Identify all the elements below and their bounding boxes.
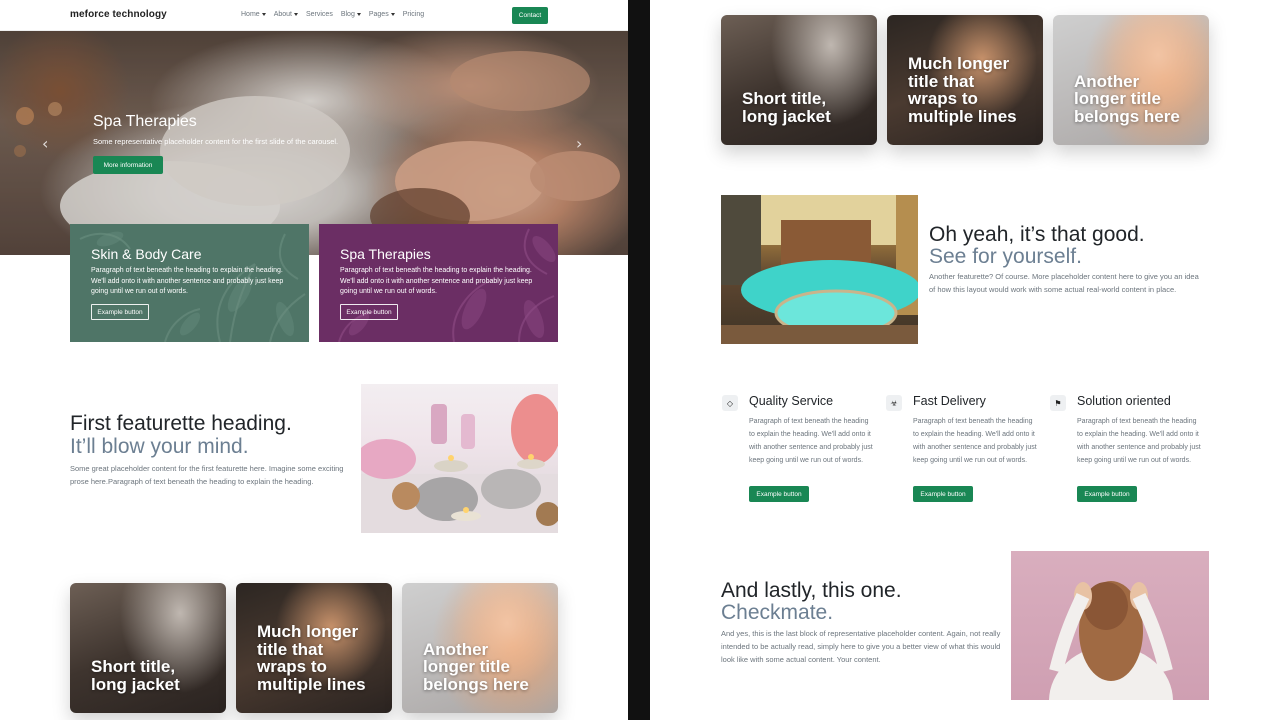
screenshot-stage: meforce technology Home About Services B… bbox=[0, 0, 1280, 720]
feature-title: Fast Delivery bbox=[913, 394, 986, 408]
photo-tile[interactable]: Short title, long jacket bbox=[721, 15, 877, 145]
example-button[interactable]: Example button bbox=[1077, 486, 1137, 502]
feature-text: Paragraph of text beneath the heading to… bbox=[1077, 418, 1201, 464]
feature-text: Paragraph of text beneath the heading to… bbox=[749, 418, 873, 464]
nav-link-label: Pages bbox=[368, 11, 389, 18]
featurette-heading: Oh yeah, it’s that good. bbox=[929, 223, 1145, 246]
featurette-subheading: See for yourself. bbox=[929, 245, 1082, 268]
card-text: Paragraph of text beneath the heading to… bbox=[340, 267, 533, 295]
card-title: Skin & Body Care bbox=[91, 246, 202, 262]
indoor-pool-illustration bbox=[721, 195, 918, 344]
tile-title: Much longer title that wraps to multiple… bbox=[257, 622, 366, 694]
featurette-text: Some great placeholder content for the f… bbox=[70, 464, 344, 486]
tile-title: Another longer title belongs here bbox=[423, 639, 529, 694]
left-page-panel: meforce technology Home About Services B… bbox=[0, 0, 628, 720]
navbar: meforce technology Home About Services B… bbox=[0, 0, 628, 31]
carousel-next-icon[interactable]: › bbox=[576, 134, 582, 153]
brand-logo[interactable]: meforce technology bbox=[70, 9, 167, 20]
candles-stones-illustration bbox=[361, 394, 558, 533]
nav-link-label: Home bbox=[241, 11, 260, 18]
photo-tile[interactable]: Another longer title belongs here bbox=[1053, 15, 1209, 145]
nav-link-label: Pricing bbox=[402, 11, 425, 18]
nav-link-blog[interactable]: Blog bbox=[341, 11, 361, 18]
nav-link-pricing[interactable]: Pricing bbox=[403, 11, 424, 18]
caret-down-icon bbox=[293, 13, 298, 16]
nav-link-home[interactable]: Home bbox=[241, 11, 266, 18]
nav-links: Home About Services Blog Pages Pricing bbox=[241, 11, 424, 18]
nav-link-label: Services bbox=[305, 11, 333, 18]
photo-tile[interactable]: Another longer title belongs here bbox=[402, 583, 558, 713]
caret-down-icon bbox=[390, 13, 395, 16]
hero-carousel: ‹ › Spa Therapies Some representative pl… bbox=[0, 31, 628, 255]
diamond-icon: ◇ bbox=[722, 395, 738, 411]
hero-title: Spa Therapies bbox=[93, 113, 197, 130]
example-button[interactable]: Example button bbox=[91, 304, 149, 320]
feature-title: Solution oriented bbox=[1077, 394, 1171, 408]
caret-down-icon bbox=[356, 13, 361, 16]
tile-title: Much longer title that wraps to multiple… bbox=[908, 54, 1017, 126]
woman-back-illustration bbox=[1049, 581, 1173, 700]
feature-title: Quality Service bbox=[749, 394, 834, 408]
right-page-panel: Short title, long jacket Much longer tit… bbox=[650, 0, 1280, 720]
card-text: Paragraph of text beneath the heading to… bbox=[91, 267, 284, 295]
tile-title: Short title, long jacket bbox=[742, 89, 831, 126]
example-button[interactable]: Example button bbox=[913, 486, 973, 502]
nav-link-pages[interactable]: Pages bbox=[369, 11, 395, 18]
nav-link-label: Blog bbox=[340, 11, 355, 18]
example-button[interactable]: Example button bbox=[749, 486, 809, 502]
photo-tile[interactable]: Short title, long jacket bbox=[70, 583, 226, 713]
more-information-button[interactable]: More information bbox=[93, 156, 163, 174]
nav-link-services[interactable]: Services bbox=[306, 11, 333, 18]
featurette-heading: And lastly, this one. bbox=[721, 579, 902, 602]
featurette-heading: First featurette heading. bbox=[70, 412, 292, 435]
woman-hair-image bbox=[1011, 551, 1209, 700]
nav-link-label: About bbox=[273, 11, 292, 18]
skin-body-care-card: Skin & Body Care Paragraph of text benea… bbox=[70, 224, 309, 342]
featurette-subheading: It’ll blow your mind. bbox=[70, 435, 249, 458]
card-title: Spa Therapies bbox=[340, 246, 431, 262]
photo-tile[interactable]: Much longer title that wraps to multiple… bbox=[236, 583, 392, 713]
caret-down-icon bbox=[261, 13, 266, 16]
pool-image bbox=[721, 195, 918, 344]
featurette-subheading: Checkmate. bbox=[721, 601, 834, 624]
nav-link-about[interactable]: About bbox=[274, 11, 298, 18]
tile-title: Another longer title belongs here bbox=[1074, 71, 1180, 126]
spa-therapies-card: Spa Therapies Paragraph of text beneath … bbox=[319, 224, 558, 342]
contact-button[interactable]: Contact bbox=[512, 7, 548, 24]
featurette-text: And yes, this is the last block of repre… bbox=[721, 629, 1001, 664]
biohazard-icon: ☣ bbox=[886, 395, 902, 411]
spa-candles-image bbox=[361, 384, 558, 533]
example-button[interactable]: Example button bbox=[340, 304, 398, 320]
hero-caption: Some representative placeholder content … bbox=[93, 137, 339, 146]
photo-tile[interactable]: Much longer title that wraps to multiple… bbox=[887, 15, 1043, 145]
feature-text: Paragraph of text beneath the heading to… bbox=[913, 418, 1037, 464]
carousel-prev-icon[interactable]: ‹ bbox=[42, 134, 48, 153]
featurette-text: Another featurette? Of course. More plac… bbox=[929, 272, 1199, 294]
flag-icon: ⚑ bbox=[1050, 395, 1066, 411]
tile-title: Short title, long jacket bbox=[91, 657, 180, 694]
